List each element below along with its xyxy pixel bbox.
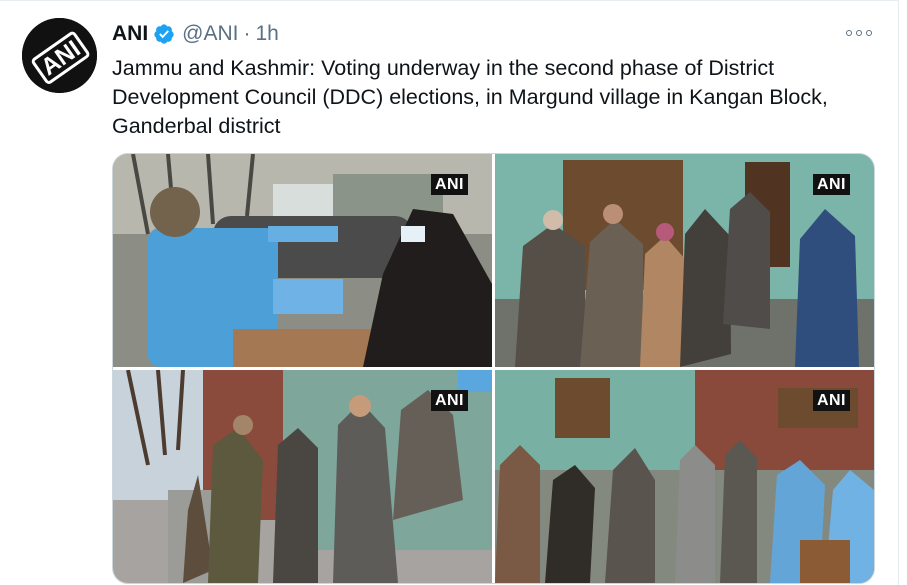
ani-watermark: ANI <box>812 174 850 195</box>
user-handle[interactable]: @ANI <box>182 22 238 46</box>
tweet-header: ANI @ANI · 1h <box>112 20 279 48</box>
separator-dot: · <box>243 22 251 45</box>
ani-logo-icon: ANI <box>22 18 97 93</box>
display-name[interactable]: ANI <box>112 22 148 46</box>
ani-watermark: ANI <box>430 390 468 411</box>
photo-voters-queue[interactable]: ANI <box>495 154 874 367</box>
avatar[interactable]: ANI <box>22 18 97 93</box>
timeline-divider <box>0 0 898 1</box>
photo-voters-with-health-workers[interactable]: ANI <box>495 370 874 583</box>
verified-badge-icon <box>153 23 175 45</box>
tweet-text: Jammu and Kashmir: Voting underway in th… <box>112 56 828 138</box>
photo-polling-station-line[interactable]: ANI <box>113 370 492 583</box>
ani-watermark: ANI <box>430 174 468 195</box>
ani-watermark: ANI <box>812 390 850 411</box>
photo-thermal-screening[interactable]: ANI <box>113 154 492 367</box>
media-grid: ANI ANI ANI ANI <box>112 153 875 584</box>
timestamp[interactable]: 1h <box>256 22 279 46</box>
more-options-icon[interactable] <box>843 22 875 44</box>
column-border <box>898 0 899 585</box>
